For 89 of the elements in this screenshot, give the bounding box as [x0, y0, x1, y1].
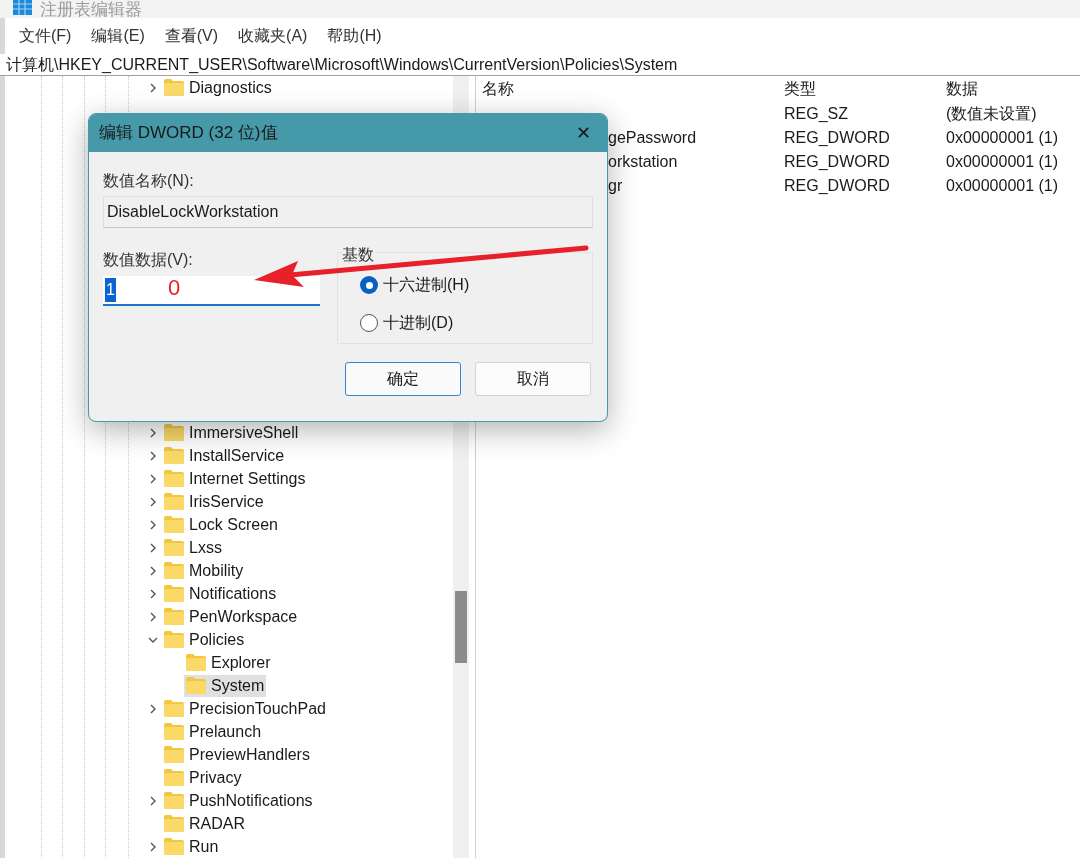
- folder-icon: [164, 700, 184, 717]
- tree-item[interactable]: Mobility: [162, 559, 246, 582]
- tree-item[interactable]: Privacy: [162, 766, 244, 789]
- address-bar[interactable]: 计算机\HKEY_CURRENT_USER\Software\Microsoft\Windows\CurrentVersion\Policies\System: [0, 54, 1080, 76]
- radio-icon[interactable]: [360, 314, 378, 332]
- menu-item[interactable]: 文件(F): [19, 24, 72, 48]
- folder-icon: [164, 447, 184, 464]
- folder-icon: [164, 815, 184, 832]
- folder-icon: [164, 746, 184, 763]
- tree-item[interactable]: InstallService: [162, 444, 287, 467]
- value-type: REG_DWORD: [784, 128, 891, 148]
- tree-item[interactable]: Policies: [162, 628, 247, 651]
- field-label: 数值数据(V):: [103, 250, 194, 270]
- dialog-button[interactable]: 确定: [345, 362, 461, 396]
- tree-item[interactable]: Diagnostics: [162, 76, 274, 99]
- column-header[interactable]: 类型: [784, 77, 946, 101]
- folder-icon: [164, 769, 184, 786]
- column-header[interactable]: 名称: [482, 77, 784, 101]
- folder-icon: [164, 723, 184, 740]
- tree-item[interactable]: PenWorkspace: [162, 605, 300, 628]
- tree-item[interactable]: PushNotifications: [162, 789, 315, 812]
- tree-item[interactable]: Notifications: [162, 582, 279, 605]
- folder-icon: [164, 608, 184, 625]
- folder-icon: [164, 585, 184, 602]
- chevron-icon[interactable]: [148, 841, 158, 852]
- folder-icon: [164, 792, 184, 809]
- value-data: 0x00000001 (1): [946, 128, 1059, 148]
- close-button[interactable]: ✕: [569, 119, 597, 147]
- value-type: REG_DWORD: [784, 176, 891, 196]
- value-data: (数值未设置): [946, 104, 1037, 124]
- radio-option[interactable]: 十六进制(H): [360, 273, 470, 297]
- folder-icon: [164, 631, 184, 648]
- tree-item[interactable]: Lock Screen: [162, 513, 280, 536]
- value-data: 0x00000001 (1): [946, 152, 1059, 172]
- tree-item[interactable]: ImmersiveShell: [162, 421, 301, 444]
- chevron-icon[interactable]: [148, 542, 158, 553]
- folder-icon: [164, 424, 184, 441]
- menu-item[interactable]: 编辑(E): [91, 24, 145, 48]
- tree-item[interactable]: System: [184, 674, 267, 697]
- chevron-icon[interactable]: [148, 795, 158, 806]
- folder-icon: [164, 79, 184, 96]
- chevron-icon[interactable]: [148, 519, 158, 530]
- tree-item[interactable]: IrisService: [162, 490, 266, 513]
- chevron-icon[interactable]: [148, 588, 158, 599]
- chevron-icon[interactable]: [148, 427, 158, 438]
- column-header[interactable]: 数据: [946, 77, 978, 101]
- field-label: 数值名称(N):: [103, 171, 195, 191]
- chevron-icon[interactable]: [148, 82, 158, 93]
- scrollbar-thumb[interactable]: [455, 591, 467, 663]
- value-type: REG_SZ: [784, 104, 849, 124]
- tree-item[interactable]: Lxss: [162, 536, 224, 559]
- tree-item[interactable]: Run: [162, 835, 221, 858]
- folder-icon: [164, 470, 184, 487]
- value-name-field[interactable]: DisableLockWorkstation: [103, 196, 593, 228]
- window-title: 注册表编辑器: [40, 0, 142, 18]
- radio-icon[interactable]: [360, 276, 378, 294]
- registry-icon: [13, 0, 32, 15]
- folder-icon: [164, 493, 184, 510]
- folder-icon: [186, 654, 206, 671]
- chevron-icon[interactable]: [148, 473, 158, 484]
- folder-icon: [164, 539, 184, 556]
- menu-item[interactable]: 帮助(H): [327, 24, 382, 48]
- menu-item[interactable]: 收藏夹(A): [238, 24, 308, 48]
- tree-item[interactable]: PrecisionTouchPad: [162, 697, 328, 720]
- value-name: gePassword: [608, 128, 697, 148]
- chevron-icon[interactable]: [148, 565, 158, 576]
- folder-icon: [164, 838, 184, 855]
- dialog-title: 编辑 DWORD (32 位)值: [99, 122, 278, 145]
- chevron-icon[interactable]: [148, 703, 158, 714]
- menu-item[interactable]: 查看(V): [164, 24, 219, 48]
- tree-item[interactable]: PreviewHandlers: [162, 743, 312, 766]
- folder-icon: [164, 516, 184, 533]
- value-name: orkstation: [608, 152, 678, 172]
- value-data: 0x00000001 (1): [946, 176, 1059, 196]
- annotation-text: 0: [167, 273, 181, 302]
- chevron-icon[interactable]: [148, 611, 158, 622]
- tree-item[interactable]: RADAR: [162, 812, 247, 835]
- chevron-icon[interactable]: [148, 450, 158, 461]
- value-data-field[interactable]: 1 0: [103, 276, 320, 306]
- dialog-button[interactable]: 取消: [475, 362, 591, 396]
- value-type: REG_DWORD: [784, 152, 891, 172]
- radio-option[interactable]: 十进制(D): [360, 311, 454, 335]
- tree-item[interactable]: Prelaunch: [162, 720, 264, 743]
- chevron-icon[interactable]: [148, 496, 158, 507]
- tree-item[interactable]: Explorer: [184, 651, 273, 674]
- folder-icon: [186, 677, 206, 694]
- value-name: gr: [608, 176, 623, 196]
- folder-icon: [164, 562, 184, 579]
- tree-item[interactable]: Internet Settings: [162, 467, 308, 490]
